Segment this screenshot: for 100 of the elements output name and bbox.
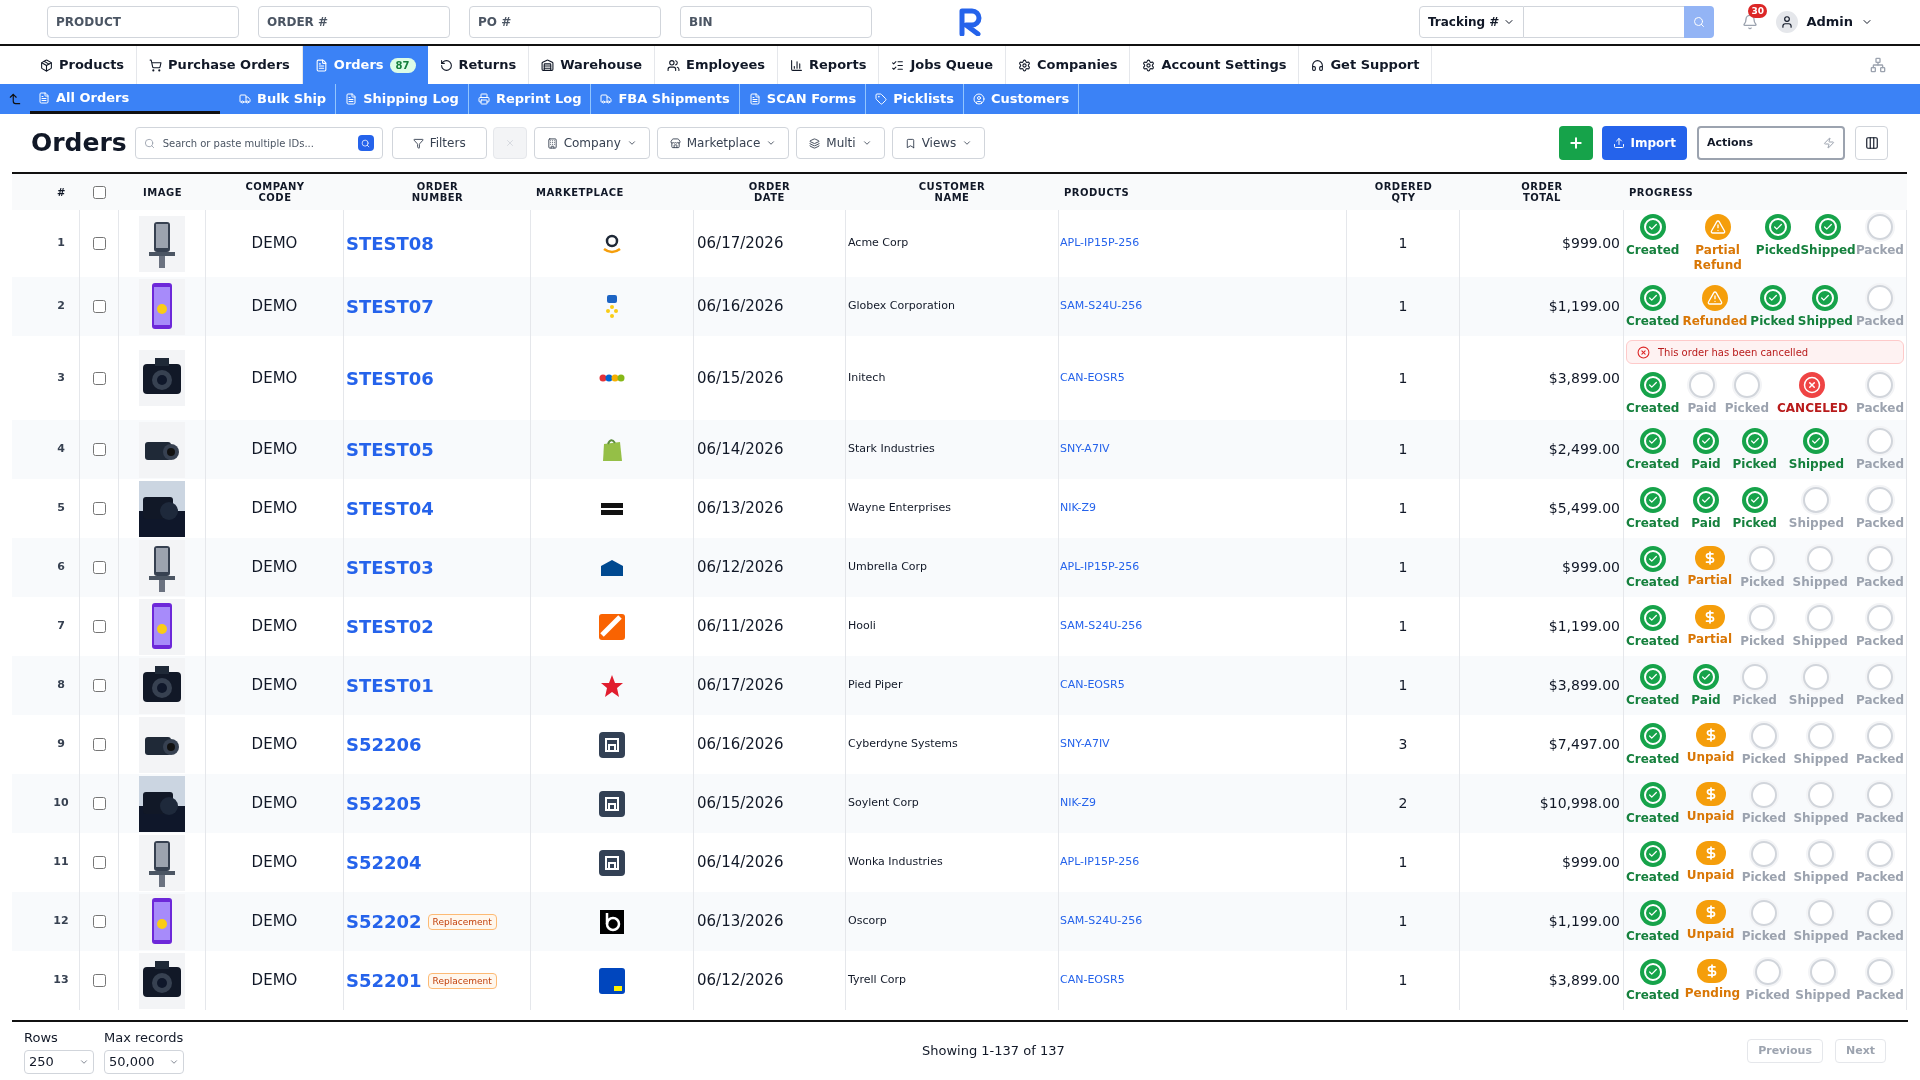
step-label: Partial	[1687, 572, 1733, 588]
step-label: Packed	[1855, 515, 1904, 531]
product-link[interactable]: SNY-A7IV	[1060, 441, 1110, 458]
product-link[interactable]: APL-IP15P-256	[1060, 559, 1140, 576]
table-cell-text: 1	[1398, 440, 1408, 459]
search-field[interactable]: PO #	[469, 6, 661, 38]
product-link[interactable]: CAN-EOSR5	[1060, 972, 1125, 989]
row-checkbox[interactable]	[92, 679, 106, 692]
order-link[interactable]: S52202	[346, 908, 422, 935]
row-checkbox[interactable]	[92, 856, 106, 869]
product-link[interactable]: APL-IP15P-256	[1060, 235, 1140, 252]
row-checkbox[interactable]	[92, 915, 106, 928]
step-label: Created	[1626, 810, 1680, 826]
order-link[interactable]: STEST05	[346, 436, 434, 463]
subnav-tab[interactable]: Reprint Log	[468, 84, 592, 114]
max-records-select[interactable]: 50,000	[104, 1049, 184, 1074]
step-label: Created	[1626, 692, 1680, 708]
order-link[interactable]: S52206	[346, 731, 422, 758]
tracking-dropdown[interactable]: Tracking #	[1418, 6, 1525, 38]
row-checkbox[interactable]	[92, 974, 106, 987]
row-checkbox[interactable]	[92, 620, 106, 633]
table-cell-text: $3,899.00	[1548, 676, 1620, 695]
headphones-icon	[1311, 58, 1325, 72]
order-link[interactable]: STEST06	[346, 364, 434, 392]
filter-dropdown[interactable]: Multi	[796, 127, 885, 159]
search-button[interactable]	[357, 135, 374, 151]
subnav-tab[interactable]: Bulk Ship	[230, 84, 337, 114]
order-link[interactable]: S52204	[346, 849, 422, 876]
search-field[interactable]: BIN	[680, 6, 872, 38]
subnav-tab[interactable]: FBA Shipments	[591, 84, 740, 114]
order-link[interactable]: S52201	[346, 967, 422, 994]
nav-tab[interactable]: Orders 87	[302, 46, 428, 84]
add-button[interactable]	[1558, 126, 1593, 160]
search-field[interactable]: PRODUCT	[47, 6, 239, 38]
subnav-tab[interactable]: All Orders	[30, 84, 220, 114]
row-checkbox[interactable]	[92, 561, 106, 574]
user-name[interactable]: Admin	[1806, 12, 1853, 32]
rows-select[interactable]: 250	[24, 1049, 94, 1074]
table-cell: Stark Industries	[848, 441, 935, 458]
product-link[interactable]: SAM-S24U-256	[1060, 298, 1143, 315]
actions-dropdown[interactable]: Actions	[1697, 126, 1845, 160]
step-label: Picked	[1741, 810, 1787, 826]
product-link[interactable]: SAM-S24U-256	[1060, 913, 1143, 930]
row-checkbox[interactable]	[92, 237, 106, 250]
product-link[interactable]: SAM-S24U-256	[1060, 618, 1143, 635]
column-header: PROGRESS	[1629, 186, 1694, 198]
order-link[interactable]: STEST02	[346, 613, 434, 640]
product-link[interactable]: CAN-EOSR5	[1060, 369, 1125, 387]
step-label: Created	[1626, 313, 1680, 329]
select-all-checkbox[interactable]	[93, 185, 106, 199]
table-cell-text: 1	[1398, 499, 1408, 518]
max-records-label: Max records	[104, 1029, 184, 1048]
order-link[interactable]: S52205	[346, 790, 422, 817]
subnav-tab[interactable]: SCAN Forms	[739, 84, 867, 114]
table-cell-text: $5,499.00	[1548, 499, 1620, 518]
replacement-badge: Replacement	[427, 913, 497, 930]
order-link[interactable]: STEST04	[346, 495, 434, 522]
subnav-tab[interactable]: Picklists	[866, 84, 965, 114]
row-checkbox[interactable]	[92, 797, 106, 810]
product-link[interactable]: SNY-A7IV	[1060, 736, 1110, 753]
step-label: Unpaid	[1686, 749, 1735, 765]
product-link[interactable]: NIK-Z9	[1060, 500, 1097, 517]
bell-icon[interactable]	[1742, 14, 1759, 30]
subnav-tab[interactable]: Shipping Log	[336, 84, 469, 114]
order-link[interactable]: STEST07	[346, 293, 434, 320]
row-number: 3	[57, 369, 65, 386]
product-link[interactable]: NIK-Z9	[1060, 795, 1097, 812]
order-link[interactable]: STEST01	[346, 672, 434, 699]
filter-dropdown[interactable]: Company	[533, 127, 650, 159]
filter-dropdown[interactable]: Marketplace	[656, 127, 790, 159]
back-icon[interactable]	[8, 92, 22, 106]
order-link[interactable]: STEST08	[346, 230, 434, 257]
table-cell: Umbrella Corp	[848, 559, 928, 576]
columns-button[interactable]	[1855, 126, 1888, 160]
table-cell-text: $3,899.00	[1548, 971, 1620, 990]
cart-icon	[149, 58, 163, 72]
sitemap-icon[interactable]	[1870, 57, 1886, 73]
row-checkbox[interactable]	[92, 371, 106, 385]
product-link[interactable]: APL-IP15P-256	[1060, 854, 1140, 871]
row-checkbox[interactable]	[92, 300, 106, 313]
row-checkbox[interactable]	[92, 738, 106, 751]
search-field[interactable]: ORDER #	[258, 6, 450, 38]
subnav-tab[interactable]: Customers	[964, 84, 1080, 114]
table-cell-text: $7,497.00	[1548, 735, 1620, 754]
row-checkbox[interactable]	[92, 502, 106, 515]
search-input[interactable]: Search or paste multiple IDs...	[162, 135, 350, 151]
table-cell-text: 06/17/2026	[697, 675, 784, 697]
row-checkbox[interactable]	[92, 443, 106, 456]
step-label: Paid	[1691, 692, 1721, 708]
table-cell-text: $2,499.00	[1548, 440, 1620, 459]
avatar-icon[interactable]	[1776, 11, 1799, 33]
product-link[interactable]: CAN-EOSR5	[1060, 677, 1125, 694]
search-field[interactable]: Search or paste multiple IDs...	[134, 127, 383, 159]
tracking-field[interactable]	[1524, 6, 1685, 38]
filters-button[interactable]: Filters	[391, 127, 487, 159]
order-link[interactable]: STEST03	[346, 554, 434, 581]
filter-dropdown[interactable]: Views	[891, 127, 986, 159]
import-button[interactable]: Import	[1601, 126, 1687, 160]
tag-icon	[875, 93, 888, 105]
step-label: Created	[1626, 243, 1680, 258]
